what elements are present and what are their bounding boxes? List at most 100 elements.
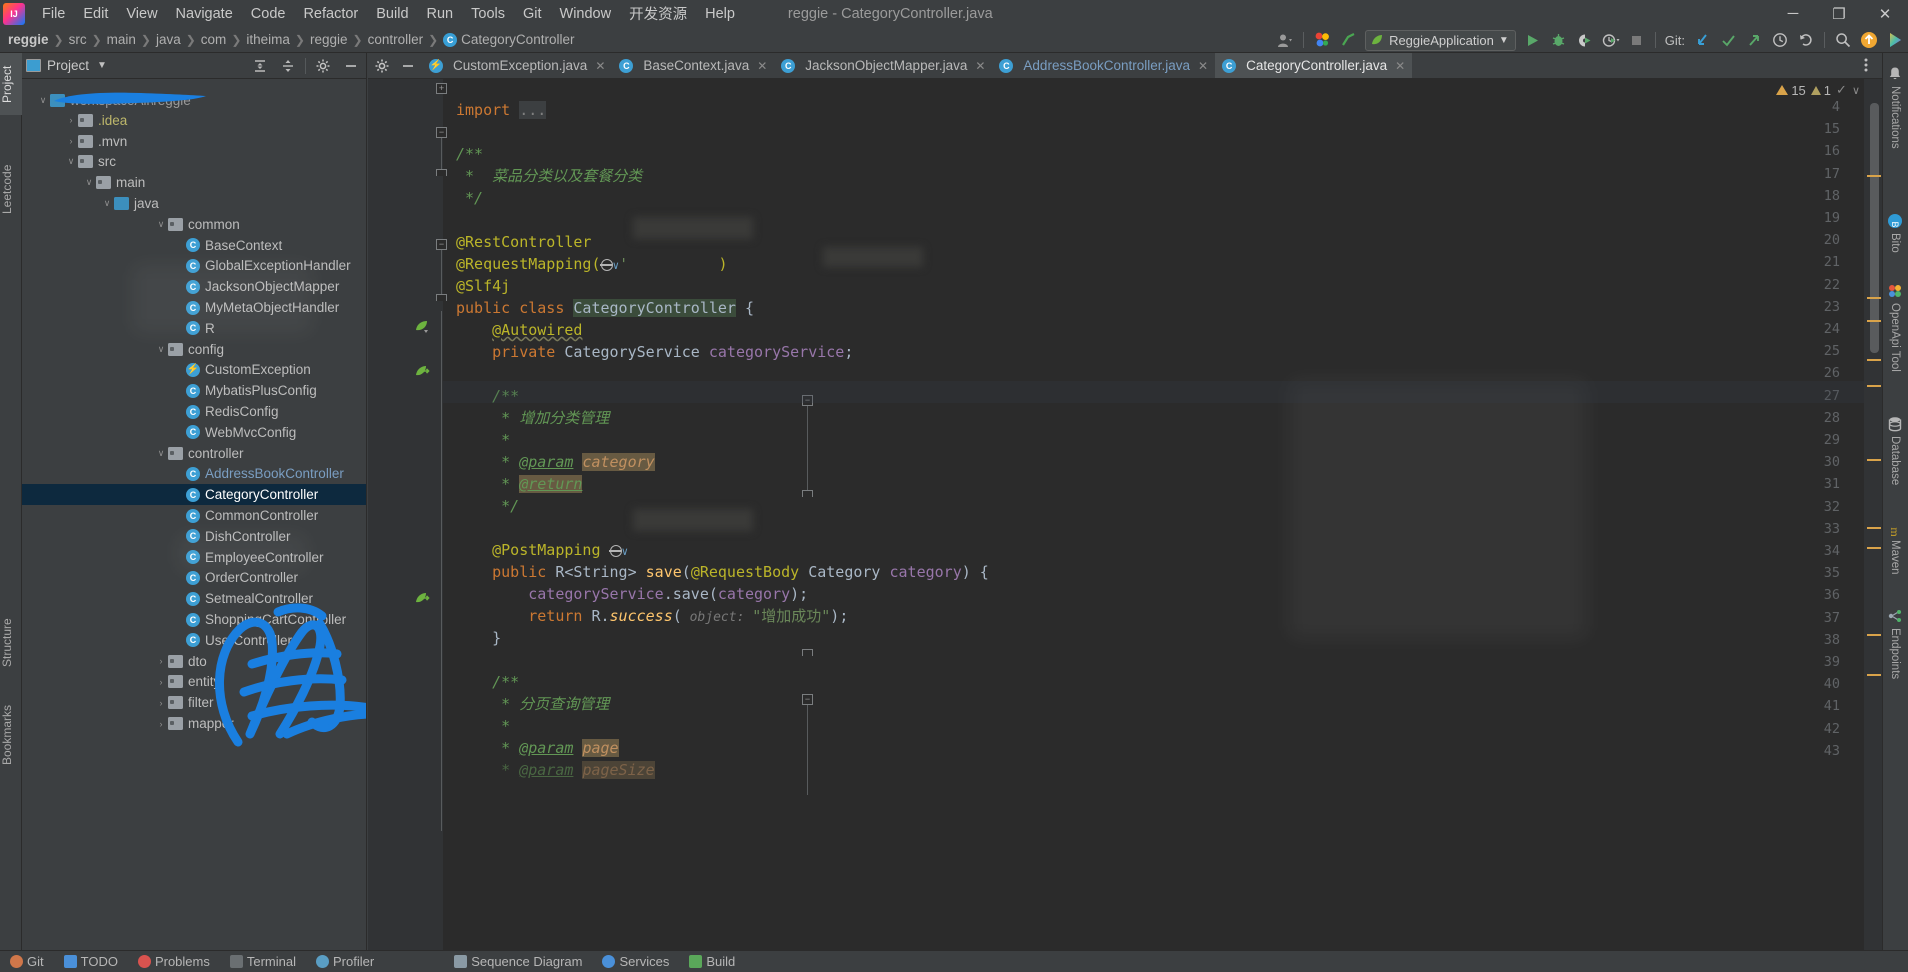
chevron-collapsed-icon[interactable]: › — [154, 698, 168, 708]
chevron-collapsed-icon[interactable]: › — [64, 136, 78, 146]
stop-icon[interactable] — [1624, 28, 1650, 52]
warning-marker[interactable] — [1867, 297, 1881, 299]
fold-collapse-icon[interactable]: − — [436, 127, 447, 138]
status-profiler[interactable]: Profiler — [306, 954, 384, 969]
close-icon[interactable]: ✕ — [595, 59, 605, 73]
breadcrumb-com[interactable]: com — [197, 31, 231, 48]
sidebar-item-endpoints[interactable]: Endpoints — [1882, 603, 1908, 699]
run-with-coverage-icon[interactable] — [1572, 28, 1598, 52]
status-problems[interactable]: Problems — [128, 954, 220, 969]
status-build[interactable]: Build — [679, 954, 745, 969]
run-icon[interactable] — [1520, 28, 1546, 52]
tree-row-shoppingcartcontroller[interactable]: C ShoppingCartController — [22, 609, 366, 630]
sidebar-item-bito[interactable]: B Bito — [1882, 208, 1908, 266]
menu-build[interactable]: Build — [367, 3, 417, 25]
chevron-collapsed-icon[interactable]: › — [154, 656, 168, 666]
tab-jackson-object-mapper[interactable]: C JacksonObjectMapper.java ✕ — [774, 53, 992, 78]
profiler-icon[interactable] — [1598, 28, 1624, 52]
warning-marker[interactable] — [1867, 175, 1881, 177]
sidebar-item-structure[interactable]: Structure — [0, 608, 22, 678]
tree-row-config[interactable]: ∨ config — [22, 339, 366, 360]
tree-row-webmvcconfig[interactable]: C WebMvcConfig — [22, 422, 366, 443]
status-services[interactable]: Services — [592, 954, 679, 969]
fold-collapse-icon[interactable]: − — [436, 239, 447, 250]
warning-marker[interactable] — [1867, 385, 1881, 387]
tree-row-categorycontroller[interactable]: C CategoryController — [22, 484, 366, 506]
menu-view[interactable]: View — [117, 3, 166, 25]
code-editor[interactable]: 15 1 ✓ ∨ 4 15 16 17 18 19 20 21 22 23 24 25 26 27 28 29… — [368, 79, 1882, 959]
status-todo[interactable]: TODO — [54, 954, 128, 969]
tree-row-dto[interactable]: › dto — [22, 651, 366, 672]
minimize-button[interactable]: ─ — [1770, 0, 1816, 27]
menu-navigate[interactable]: Navigate — [167, 3, 242, 25]
tree-row--mvn[interactable]: › .mvn — [22, 131, 366, 152]
menu-code[interactable]: Code — [242, 3, 295, 25]
tree-row-controller[interactable]: ∨ controller — [22, 443, 366, 464]
menu-help[interactable]: Help — [696, 3, 744, 25]
chevron-expanded-icon[interactable]: ∨ — [154, 448, 168, 459]
tree-row-customexception[interactable]: ⚡ CustomException — [22, 360, 366, 381]
tab-base-context[interactable]: C BaseContext.java ✕ — [612, 53, 774, 78]
chevron-collapsed-icon[interactable]: › — [154, 719, 168, 729]
tree-row-basecontext[interactable]: C BaseContext — [22, 235, 366, 256]
sidebar-item-project[interactable]: Project — [0, 53, 22, 115]
close-button[interactable]: ✕ — [1862, 0, 1908, 27]
sidebar-item-notifications[interactable]: Notifications — [1882, 61, 1908, 161]
hide-icon[interactable] — [340, 55, 362, 77]
tree-row-mybatisplusconfig[interactable]: C MybatisPlusConfig — [22, 380, 366, 401]
warning-marker[interactable] — [1867, 547, 1881, 549]
close-icon[interactable]: ✕ — [1198, 59, 1208, 73]
tree-row-src[interactable]: ∨ src — [22, 152, 366, 173]
menu-edit[interactable]: Edit — [74, 3, 117, 25]
maximize-button[interactable]: ❐ — [1816, 0, 1862, 27]
minimize-icon[interactable] — [396, 54, 420, 78]
user-account-icon[interactable] — [1272, 28, 1298, 52]
status-terminal[interactable]: Terminal — [220, 954, 306, 969]
tree-row-commoncontroller[interactable]: C CommonController — [22, 505, 366, 526]
tab-address-book-controller[interactable]: C AddressBookController.java ✕ — [992, 53, 1215, 78]
menu-tools[interactable]: Tools — [462, 3, 514, 25]
breadcrumb-reggie-pkg[interactable]: reggie — [306, 31, 352, 48]
tree-row-filter[interactable]: › filter — [22, 692, 366, 713]
menu-refactor[interactable]: Refactor — [294, 3, 367, 25]
status-sequence-diagram[interactable]: Sequence Diagram — [444, 954, 592, 969]
tree-row-redisconfig[interactable]: C RedisConfig — [22, 401, 366, 422]
editor-marker-bar[interactable] — [1864, 79, 1882, 959]
editor-scrollbar-thumb[interactable] — [1870, 103, 1879, 353]
fold-region-end-icon[interactable] — [436, 294, 447, 301]
warning-marker[interactable] — [1867, 459, 1881, 461]
code-folding-gutter[interactable]: + − − — [436, 79, 450, 959]
tree-row--idea[interactable]: › .idea — [22, 110, 366, 131]
warning-marker[interactable] — [1867, 634, 1881, 636]
google-colored-icon[interactable] — [1309, 28, 1335, 52]
upload-icon[interactable] — [1856, 28, 1882, 52]
green-check-icon[interactable] — [1335, 28, 1361, 52]
breadcrumb-java[interactable]: java — [152, 31, 185, 48]
menu-git[interactable]: Git — [514, 3, 551, 25]
gear-icon[interactable] — [370, 54, 394, 78]
chevron-expanded-icon[interactable]: ∨ — [82, 177, 96, 188]
chevron-expanded-icon[interactable]: ∨ — [154, 344, 168, 355]
tree-row-main[interactable]: ∨ main — [22, 172, 366, 193]
chevron-expanded-icon[interactable]: ∨ — [36, 95, 50, 106]
chevron-collapsed-icon[interactable]: › — [154, 677, 168, 687]
warnings-count[interactable]: 15 — [1776, 83, 1806, 98]
project-tree[interactable]: ∨ workspaceAll\reggie › .idea › .mvn ∨ src ∨ ma… — [22, 79, 366, 972]
breadcrumb-itheima[interactable]: itheima — [242, 31, 294, 48]
menu-run[interactable]: Run — [418, 3, 463, 25]
collapse-all-icon[interactable] — [277, 55, 299, 77]
chevron-expanded-icon[interactable]: ∨ — [100, 198, 114, 209]
editor-gutter[interactable] — [368, 79, 443, 959]
warning-marker[interactable] — [1867, 359, 1881, 361]
sidebar-item-openapi-tool[interactable]: OpenApi Tool — [1882, 278, 1908, 398]
tree-row-java[interactable]: ∨ java — [22, 193, 366, 214]
tab-category-controller[interactable]: C CategoryController.java ✕ — [1215, 53, 1413, 78]
expand-all-icon[interactable] — [249, 55, 271, 77]
inspection-status-widget[interactable]: 15 1 ✓ ∨ — [1776, 79, 1864, 101]
tree-row-entity[interactable]: › entity — [22, 672, 366, 693]
tab-custom-exception[interactable]: ⚡ CustomException.java ✕ — [422, 53, 612, 78]
more-options-icon[interactable] — [1854, 53, 1878, 77]
warning-marker[interactable] — [1867, 674, 1881, 676]
breadcrumb-controller[interactable]: controller — [364, 31, 428, 48]
sidebar-item-leetcode[interactable]: Leetcode — [0, 153, 22, 225]
